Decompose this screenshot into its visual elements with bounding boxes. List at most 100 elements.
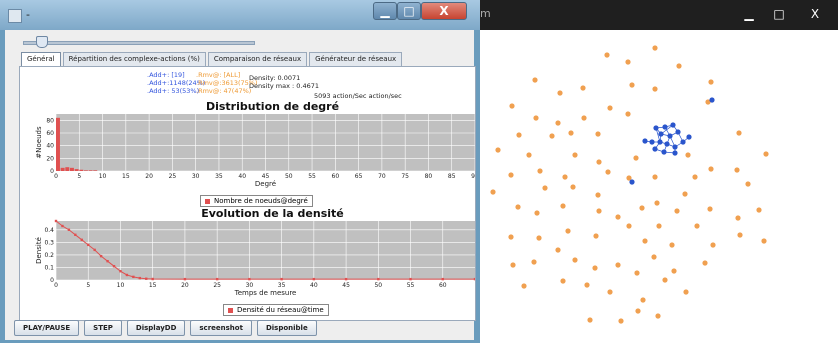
network-node xyxy=(531,259,537,265)
y-axis-label: #Noeuds xyxy=(35,126,43,159)
density-point xyxy=(473,277,475,281)
network-titlebar[interactable]: m ▁ □ X xyxy=(480,0,838,30)
network-node xyxy=(495,147,501,153)
x-tick-label: 25 xyxy=(169,173,177,180)
tab-repartition[interactable]: Répartition des complexe-actions (%) xyxy=(62,52,206,66)
density-point xyxy=(215,277,219,281)
minimize-button[interactable]: ▁ xyxy=(373,2,397,20)
legend-label: Nombre de noeuds@degré xyxy=(214,197,308,205)
network-node xyxy=(587,317,593,323)
tab-comparaison[interactable]: Comparaison de réseaux xyxy=(207,52,308,66)
step-button[interactable]: STEP xyxy=(84,320,122,336)
x-tick-label: 20 xyxy=(181,282,189,289)
x-tick-label: 0 xyxy=(54,282,58,289)
density-point xyxy=(67,228,71,231)
x-tick-label: 30 xyxy=(192,173,200,180)
y-tick-label: 20 xyxy=(46,155,54,162)
network-node xyxy=(508,234,514,240)
network-node-connected xyxy=(672,150,678,156)
network-node xyxy=(595,192,601,198)
degree-bar xyxy=(69,167,74,171)
y-tick-label: 0 xyxy=(50,168,54,175)
network-maximize-button[interactable]: □ xyxy=(764,1,794,27)
button-bar: PLAY/PAUSE STEP DisplayDD screenshot Dis… xyxy=(14,320,322,336)
network-node xyxy=(735,215,741,221)
network-node xyxy=(634,270,640,276)
tab-generateur[interactable]: Générateur de réseaux xyxy=(309,52,403,66)
x-tick-label: 10 xyxy=(99,173,107,180)
density-point xyxy=(151,277,154,281)
degree-bar xyxy=(56,117,60,171)
network-node xyxy=(565,228,571,234)
network-node xyxy=(615,214,621,220)
legend-swatch xyxy=(205,198,210,204)
y-tick-label: 60 xyxy=(46,130,54,137)
density-point xyxy=(112,264,116,268)
disponible-button[interactable]: Disponible xyxy=(256,320,317,336)
network-node xyxy=(761,238,767,244)
network-node xyxy=(756,207,762,213)
network-node xyxy=(605,169,611,175)
network-node xyxy=(692,174,698,180)
density-point xyxy=(87,243,90,247)
density-point xyxy=(138,276,141,280)
speed-slider-track[interactable] xyxy=(23,41,255,45)
network-node xyxy=(595,131,601,137)
network-node-connected xyxy=(661,149,667,155)
display-dd-button[interactable]: DisplayDD xyxy=(126,320,186,336)
network-node-connected xyxy=(709,97,715,103)
degree-bar xyxy=(74,169,79,171)
network-node xyxy=(669,242,675,248)
x-tick-label: 85 xyxy=(448,173,456,180)
x-tick-label: 55 xyxy=(407,282,415,289)
network-node xyxy=(763,151,769,157)
network-node xyxy=(560,203,566,209)
network-node xyxy=(542,185,548,191)
network-graph[interactable] xyxy=(480,30,838,343)
network-node xyxy=(568,130,574,136)
degree-distribution-chart: 0 5 10 15 20 25 30 35 40 45 50 55 60 65 70 75 80 85 90 0 20 4… xyxy=(35,114,475,188)
degree-bar xyxy=(65,167,70,171)
tab-general[interactable]: Général xyxy=(21,52,61,66)
close-button[interactable]: X xyxy=(421,2,467,20)
network-node xyxy=(629,82,635,88)
network-node xyxy=(635,308,641,314)
network-node xyxy=(737,232,743,238)
screenshot-button[interactable]: screenshot xyxy=(190,320,252,336)
maximize-button[interactable]: □ xyxy=(397,2,421,20)
y-tick-label: 0.3 xyxy=(44,239,54,246)
network-node xyxy=(557,90,563,96)
density-point xyxy=(61,224,64,228)
x-tick-label: 25 xyxy=(213,282,221,289)
stat-add-all: .Add+: [19] xyxy=(147,71,185,79)
density-point xyxy=(248,277,251,281)
speed-slider-thumb[interactable] xyxy=(36,36,48,48)
network-node-connected xyxy=(675,129,681,135)
x-tick-label: 35 xyxy=(215,173,223,180)
general-panel: .Add+: [19] .Rmv@: [ALL] .Add+:1148(24%)… xyxy=(19,66,476,321)
play-pause-button[interactable]: PLAY/PAUSE xyxy=(14,320,80,336)
network-node-connected xyxy=(642,138,648,144)
network-node xyxy=(639,205,645,211)
network-node xyxy=(625,59,631,65)
network-node xyxy=(532,77,538,83)
network-node xyxy=(604,52,610,58)
network-node xyxy=(642,238,648,244)
network-node xyxy=(596,159,602,165)
network-node xyxy=(572,257,578,263)
network-close-button[interactable]: X xyxy=(794,1,836,27)
network-node xyxy=(685,152,691,158)
degree-bar xyxy=(88,170,93,171)
network-node-connected xyxy=(653,125,659,131)
x-tick-label: 50 xyxy=(285,173,293,180)
network-node-connected xyxy=(629,179,635,185)
density-point xyxy=(99,254,103,258)
network-minimize-button[interactable]: ▁ xyxy=(734,1,764,27)
x-tick-label: 75 xyxy=(401,173,409,180)
y-axis-label: Densité xyxy=(35,237,43,264)
window-titlebar[interactable]: - ▁ □ X xyxy=(0,0,480,30)
network-node xyxy=(671,268,677,274)
density-point xyxy=(119,270,122,273)
network-node xyxy=(555,247,561,253)
x-tick-label: 20 xyxy=(145,173,153,180)
